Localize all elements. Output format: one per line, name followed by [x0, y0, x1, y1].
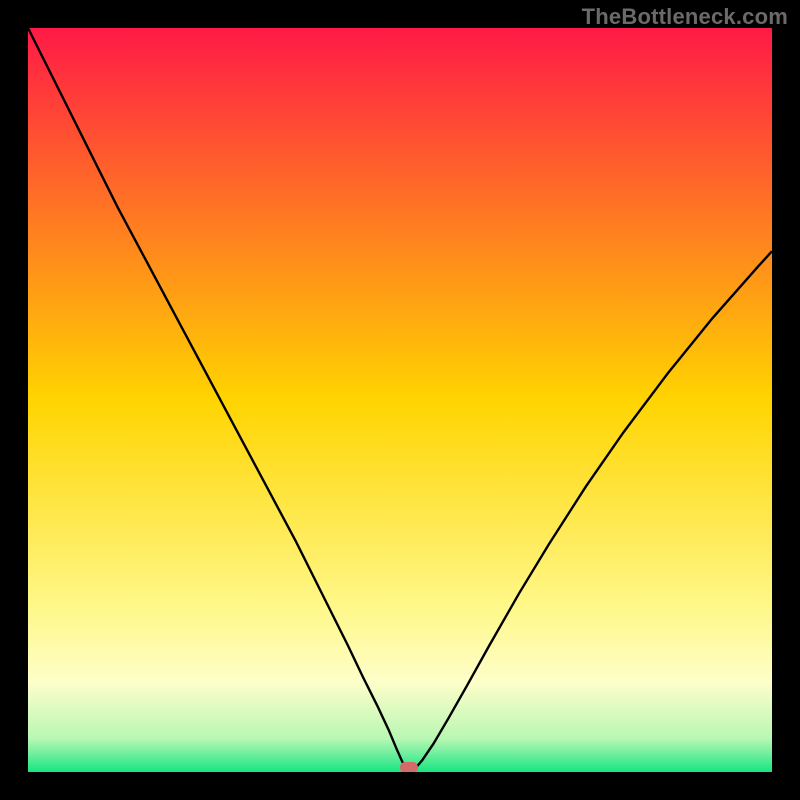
optimal-point-marker: [400, 762, 418, 772]
watermark-text: TheBottleneck.com: [582, 4, 788, 30]
chart-plot-area: [28, 28, 772, 772]
chart-background: [28, 28, 772, 772]
chart-frame: TheBottleneck.com: [0, 0, 800, 800]
chart-svg: [28, 28, 772, 772]
